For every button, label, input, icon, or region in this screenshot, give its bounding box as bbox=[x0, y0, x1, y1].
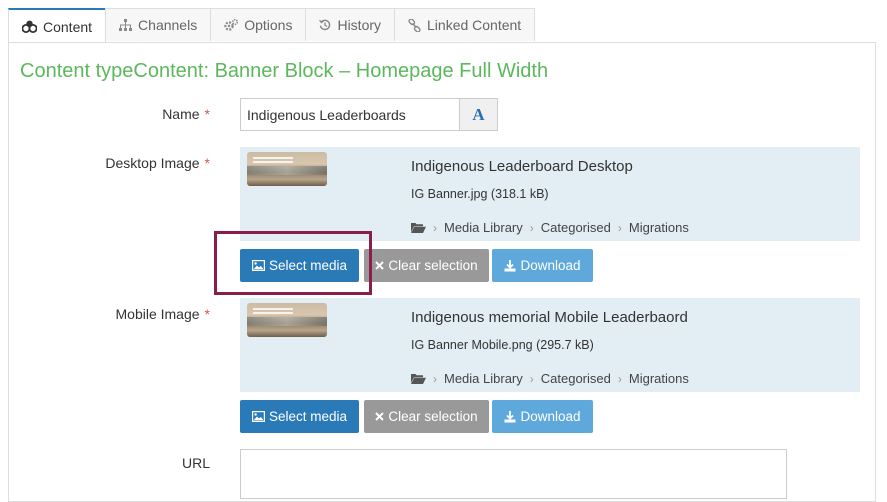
cogs-icon bbox=[224, 19, 239, 31]
mobile-clear-selection-button[interactable]: Clear selection bbox=[364, 400, 489, 433]
mobile-image-thumbnail[interactable] bbox=[247, 303, 327, 337]
required-mark: * bbox=[204, 106, 210, 122]
required-mark: * bbox=[204, 306, 210, 322]
close-icon bbox=[375, 412, 385, 421]
sitemap-icon bbox=[119, 19, 133, 31]
tab-label: History bbox=[337, 17, 382, 33]
tab-label: Linked Content bbox=[427, 17, 522, 33]
close-icon bbox=[375, 261, 385, 270]
url-label: URL bbox=[10, 455, 210, 471]
mobile-media-card: Indigenous memorial Mobile Leaderbaord I… bbox=[240, 298, 860, 392]
tab-channels[interactable]: Channels bbox=[105, 8, 212, 41]
download-icon bbox=[504, 410, 516, 422]
breadcrumb-item[interactable]: Migrations bbox=[629, 220, 689, 235]
folder-open-icon bbox=[411, 374, 426, 384]
download-icon bbox=[504, 259, 516, 271]
media-name: Indigenous Leaderboard Desktop bbox=[411, 158, 633, 175]
mobile-image-label: Mobile Image * bbox=[10, 306, 211, 322]
button-label: Clear selection bbox=[388, 258, 478, 273]
name-label-text: Name bbox=[162, 106, 200, 122]
breadcrumb-item[interactable]: Media Library bbox=[444, 220, 523, 235]
tab-content[interactable]: Content bbox=[8, 8, 107, 43]
button-label: Download bbox=[520, 258, 581, 273]
button-label: Clear selection bbox=[388, 409, 478, 424]
chevron-right-icon: › bbox=[529, 220, 534, 235]
chevron-right-icon: › bbox=[617, 371, 622, 386]
desktop-image-thumbnail[interactable] bbox=[247, 152, 327, 186]
link-icon bbox=[408, 18, 421, 32]
page-title: Content typeContent: Banner Block – Home… bbox=[20, 60, 549, 82]
chevron-right-icon: › bbox=[433, 220, 437, 235]
tab-history[interactable]: History bbox=[305, 8, 396, 41]
mobile-image-label-text: Mobile Image bbox=[115, 306, 200, 322]
chevron-right-icon: › bbox=[433, 371, 437, 386]
name-label: Name * bbox=[10, 106, 210, 122]
desktop-image-label: Desktop Image * bbox=[10, 155, 210, 171]
button-label: Select media bbox=[268, 409, 348, 424]
chevron-right-icon: › bbox=[617, 220, 622, 235]
media-name: Indigenous memorial Mobile Leaderbaord bbox=[411, 309, 688, 326]
tab-label: Channels bbox=[138, 17, 198, 33]
media-file: IG Banner Mobile.png (295.7 kB) bbox=[411, 338, 594, 352]
select-media-highlight bbox=[214, 231, 372, 295]
translate-button[interactable]: A bbox=[459, 98, 498, 131]
tab-label: Options bbox=[244, 17, 293, 33]
desktop-download-button[interactable]: Download bbox=[492, 249, 593, 282]
tab-bar: Content Channels Options History Linked … bbox=[8, 8, 536, 43]
required-mark: * bbox=[204, 155, 210, 171]
breadcrumb-item[interactable]: Media Library bbox=[444, 371, 523, 386]
breadcrumb-item[interactable]: Migrations bbox=[629, 371, 689, 386]
name-input[interactable] bbox=[240, 98, 460, 131]
desktop-media-card: Indigenous Leaderboard Desktop IG Banner… bbox=[240, 147, 860, 241]
media-file: IG Banner.jpg (318.1 kB) bbox=[411, 187, 549, 201]
image-icon bbox=[251, 411, 265, 422]
tab-options[interactable]: Options bbox=[210, 8, 307, 41]
desktop-image-label-text: Desktop Image bbox=[105, 155, 200, 171]
breadcrumb-item[interactable]: Categorised bbox=[541, 371, 611, 386]
folder-open-icon bbox=[411, 223, 426, 233]
mobile-select-media-button[interactable]: Select media bbox=[240, 400, 359, 433]
chevron-right-icon: › bbox=[529, 371, 534, 386]
translate-icon: A bbox=[472, 104, 485, 124]
history-icon bbox=[319, 19, 331, 31]
desktop-clear-selection-button[interactable]: Clear selection bbox=[364, 249, 489, 282]
tab-label: Content bbox=[43, 18, 93, 35]
button-label: Download bbox=[520, 409, 581, 424]
tab-linked-content[interactable]: Linked Content bbox=[394, 8, 536, 41]
cubes-icon bbox=[22, 20, 37, 33]
url-label-text: URL bbox=[181, 455, 210, 471]
breadcrumb-item[interactable]: Categorised bbox=[541, 220, 611, 235]
media-path-breadcrumb: › Media Library › Categorised › Migratio… bbox=[411, 371, 689, 386]
media-path-breadcrumb: › Media Library › Categorised › Migratio… bbox=[411, 220, 689, 235]
mobile-download-button[interactable]: Download bbox=[492, 400, 593, 433]
